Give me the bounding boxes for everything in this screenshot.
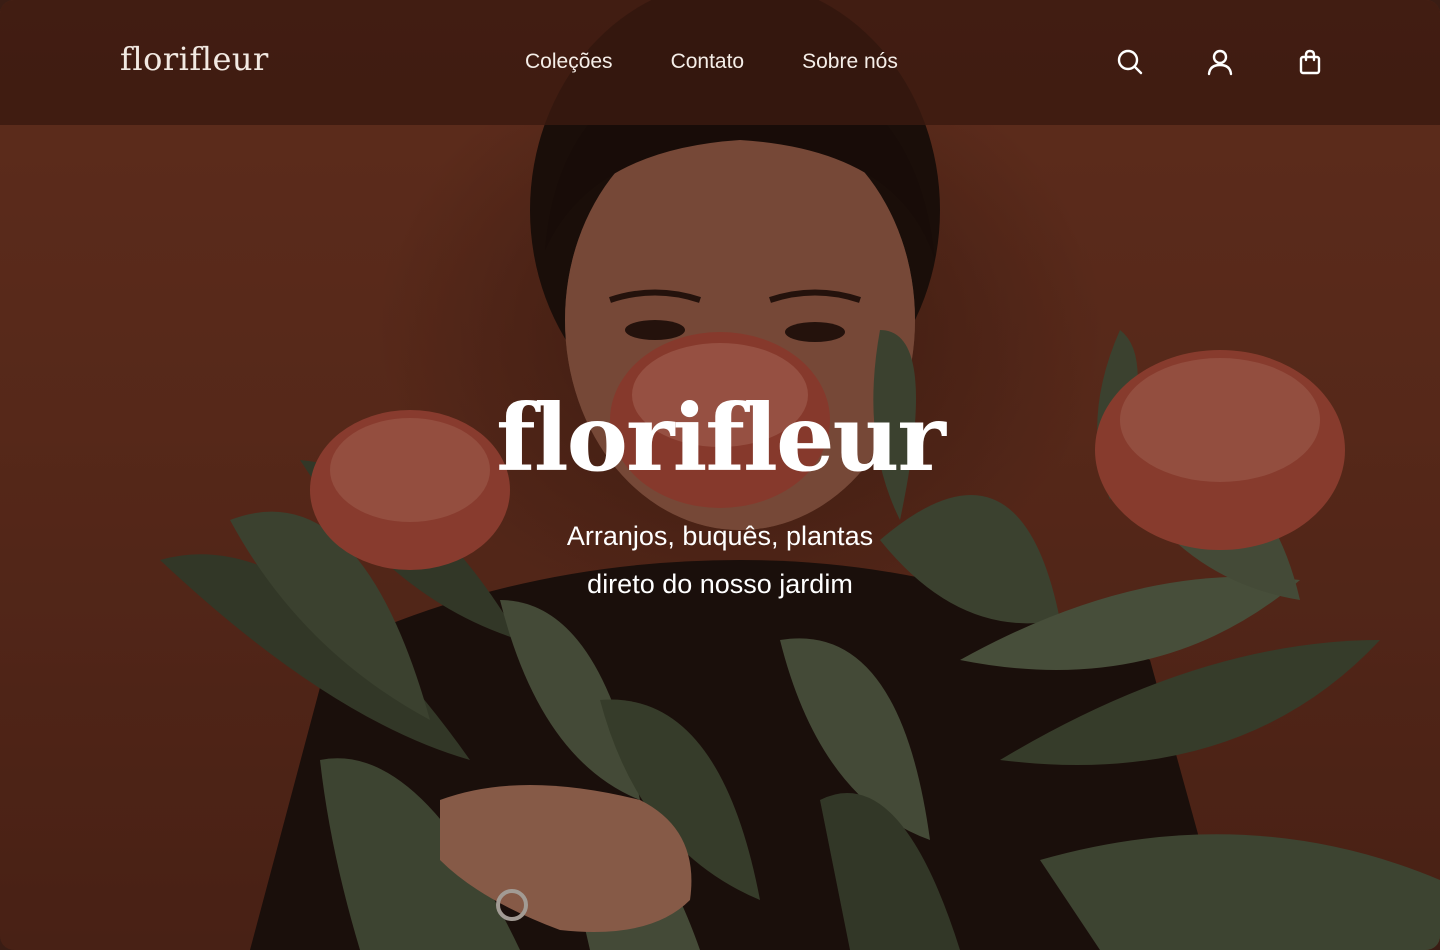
cart-button[interactable] <box>1294 46 1326 78</box>
shopping-bag-icon <box>1299 49 1321 75</box>
header-actions <box>1114 46 1326 78</box>
search-button[interactable] <box>1114 46 1146 78</box>
account-button[interactable] <box>1204 46 1236 78</box>
nav-link-contato[interactable]: Contato <box>671 50 745 74</box>
hero-subtitle-line-2: direto do nosso jardim <box>587 569 853 599</box>
hero-subtitle: Arranjos, buquês, plantas direto do noss… <box>0 512 1440 608</box>
site-header: florifleur Coleções Contato Sobre nós <box>0 0 1440 125</box>
search-icon <box>1117 49 1143 75</box>
nav-link-colecoes[interactable]: Coleções <box>525 50 613 74</box>
hero-subtitle-line-1: Arranjos, buquês, plantas <box>566 521 874 551</box>
nav-link-sobre-nos[interactable]: Sobre nós <box>802 50 898 74</box>
page-frame: florifleur Coleções Contato Sobre nós fl… <box>0 0 1440 950</box>
hero-title: florifleur <box>496 384 946 492</box>
logo[interactable]: florifleur <box>120 40 269 78</box>
user-icon <box>1207 49 1233 76</box>
main-nav: Coleções Contato Sobre nós <box>525 50 898 74</box>
